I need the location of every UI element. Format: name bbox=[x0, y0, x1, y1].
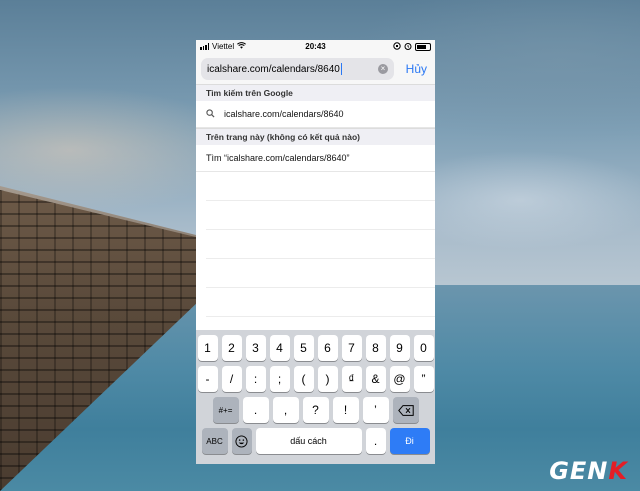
key-question[interactable]: ? bbox=[302, 397, 329, 423]
key-7[interactable]: 7 bbox=[341, 335, 362, 361]
keyboard-row-numbers: 1 2 3 4 5 6 7 8 9 0 bbox=[196, 335, 435, 361]
suggestion-text: icalshare.com/calendars/8640 bbox=[224, 109, 344, 119]
text-cursor bbox=[340, 63, 342, 75]
empty-row bbox=[206, 259, 435, 288]
key-2[interactable]: 2 bbox=[221, 335, 242, 361]
key-abc[interactable]: ABC bbox=[201, 428, 228, 454]
keyboard-row-symbols: - / : ; ( ) ₫ & @ ” bbox=[196, 366, 435, 392]
google-search-header: Tìm kiếm trên Google bbox=[196, 84, 435, 101]
empty-row bbox=[206, 230, 435, 259]
search-icon bbox=[206, 108, 216, 120]
key-6[interactable]: 6 bbox=[317, 335, 338, 361]
clear-icon[interactable]: × bbox=[378, 64, 388, 74]
key-4[interactable]: 4 bbox=[269, 335, 290, 361]
phone-screen: Viettel 20:43 icalshare.com/calendars/86… bbox=[196, 40, 435, 464]
key-comma[interactable]: , bbox=[272, 397, 299, 423]
key-dot[interactable]: . bbox=[365, 428, 386, 454]
emoji-key[interactable] bbox=[231, 428, 252, 454]
url-input[interactable]: icalshare.com/calendars/8640 × bbox=[201, 58, 394, 80]
key-8[interactable]: 8 bbox=[365, 335, 386, 361]
key-at[interactable]: @ bbox=[389, 366, 410, 392]
key-3[interactable]: 3 bbox=[245, 335, 266, 361]
key-9[interactable]: 9 bbox=[389, 335, 410, 361]
keyboard-row-punctuation: #+= . , ? ! ’ bbox=[196, 397, 435, 423]
key-apostrophe[interactable]: ’ bbox=[362, 397, 389, 423]
orientation-lock-icon bbox=[393, 42, 401, 52]
empty-row bbox=[206, 172, 435, 201]
key-quote[interactable]: ” bbox=[413, 366, 434, 392]
key-hyphen[interactable]: - bbox=[197, 366, 218, 392]
key-close-paren[interactable]: ) bbox=[317, 366, 338, 392]
on-page-header: Trên trang này (không có kết quả nào) bbox=[196, 128, 435, 145]
key-more-symbols[interactable]: #+= bbox=[212, 397, 239, 423]
google-suggestion[interactable]: icalshare.com/calendars/8640 bbox=[196, 101, 435, 128]
empty-row bbox=[206, 201, 435, 230]
address-bar: icalshare.com/calendars/8640 × Hủy bbox=[196, 54, 435, 84]
key-1[interactable]: 1 bbox=[197, 335, 218, 361]
alarm-icon bbox=[404, 42, 412, 52]
backspace-icon bbox=[397, 404, 414, 416]
url-text: icalshare.com/calendars/8640 bbox=[207, 63, 340, 75]
key-period[interactable]: . bbox=[242, 397, 269, 423]
find-on-page-text: Tìm “icalshare.com/calendars/8640” bbox=[206, 153, 350, 163]
key-slash[interactable]: / bbox=[221, 366, 242, 392]
keyboard: 1 2 3 4 5 6 7 8 9 0 - / : ; ( ) ₫ & @ ” … bbox=[196, 330, 435, 464]
find-on-page-item[interactable]: Tìm “icalshare.com/calendars/8640” bbox=[196, 145, 435, 172]
space-key[interactable]: dấu cách bbox=[255, 428, 362, 454]
key-ampersand[interactable]: & bbox=[365, 366, 386, 392]
key-0[interactable]: 0 bbox=[413, 335, 434, 361]
backspace-key[interactable] bbox=[392, 397, 419, 423]
go-key[interactable]: Đi bbox=[389, 428, 430, 454]
keyboard-row-bottom: ABC dấu cách . Đi bbox=[196, 428, 435, 454]
battery-icon bbox=[415, 43, 431, 51]
key-semicolon[interactable]: ; bbox=[269, 366, 290, 392]
cancel-button[interactable]: Hủy bbox=[406, 62, 427, 76]
key-5[interactable]: 5 bbox=[293, 335, 314, 361]
status-bar: Viettel 20:43 bbox=[196, 40, 435, 54]
key-dong[interactable]: ₫ bbox=[341, 366, 362, 392]
empty-row bbox=[206, 288, 435, 317]
key-exclamation[interactable]: ! bbox=[332, 397, 359, 423]
genk-logo: GENK bbox=[549, 457, 628, 485]
key-colon[interactable]: : bbox=[245, 366, 266, 392]
emoji-icon bbox=[235, 434, 248, 448]
key-open-paren[interactable]: ( bbox=[293, 366, 314, 392]
